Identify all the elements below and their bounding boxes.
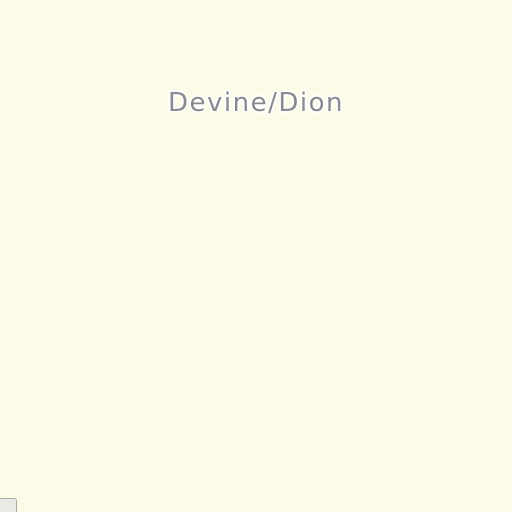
place-label: Devine/Dion	[168, 88, 344, 118]
map-corner-control[interactable]	[0, 498, 17, 512]
map-canvas[interactable]: Devine/Dion	[0, 0, 512, 512]
